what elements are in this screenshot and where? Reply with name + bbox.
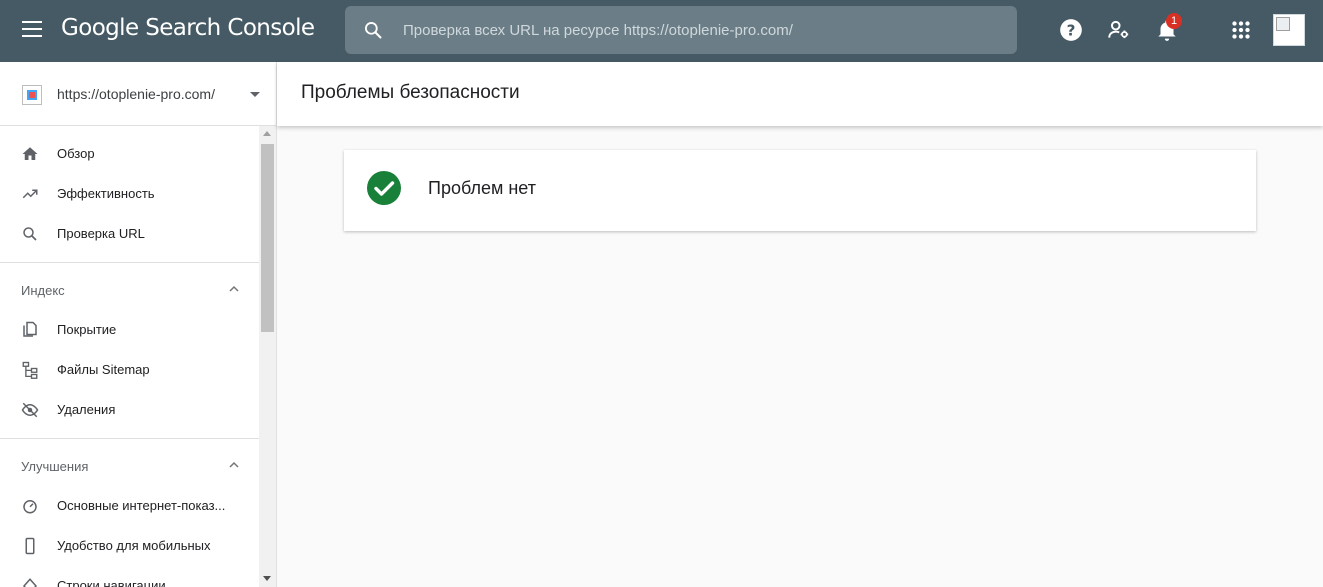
logo-google: Google — [61, 15, 139, 41]
scroll-up-arrow-icon[interactable] — [263, 131, 271, 136]
dropdown-caret-icon — [250, 92, 260, 97]
search-bar[interactable] — [345, 6, 1017, 54]
sidebar-item-breadcrumbs[interactable]: Строки навигации — [0, 566, 259, 587]
sidebar-item-label: Проверка URL — [57, 226, 145, 241]
top-app-bar: Google Search Console ? 1 — [0, 0, 1323, 62]
page-title: Проблемы безопасности — [301, 82, 520, 103]
mobile-phone-icon — [25, 537, 35, 555]
status-card: Проблем нет — [344, 150, 1256, 231]
logo-product: Search Console — [145, 15, 315, 41]
sidebar-item-overview[interactable]: Обзор — [0, 134, 259, 174]
page-header: Проблемы безопасности — [277, 62, 1323, 126]
copy-pages-icon — [23, 321, 37, 337]
sidebar-item-sitemaps[interactable]: Файлы Sitemap — [0, 350, 259, 390]
search-icon — [23, 227, 37, 241]
manage-users-icon[interactable] — [1106, 17, 1132, 43]
chevron-up-icon — [229, 461, 239, 468]
help-icon[interactable]: ? — [1058, 17, 1084, 43]
sidebar-item-label: Строки навигации — [57, 578, 166, 587]
scroll-down-arrow-icon[interactable] — [263, 576, 271, 581]
sidebar-item-label: Эффективность — [57, 186, 155, 201]
apps-grid-icon[interactable] — [1228, 17, 1254, 43]
svg-text:?: ? — [1067, 21, 1076, 39]
menu-icon[interactable] — [22, 21, 42, 39]
chevron-up-icon — [229, 285, 239, 292]
sidebar-item-coverage[interactable]: Покрытие — [0, 310, 259, 350]
section-header-index[interactable]: Индекс — [0, 270, 259, 310]
sidebar-item-core-web-vitals[interactable]: Основные интернет-показ... — [0, 486, 259, 526]
sidebar-item-removals[interactable]: Удаления — [0, 390, 259, 430]
sidebar-scrollbar[interactable] — [259, 126, 276, 587]
sidebar-item-label: Удаления — [57, 402, 116, 417]
notification-count-badge: 1 — [1166, 13, 1182, 29]
check-circle-icon — [367, 171, 401, 205]
sidebar-item-label: Файлы Sitemap — [57, 362, 150, 377]
home-icon — [22, 147, 38, 160]
sidebar-item-label: Покрытие — [57, 322, 117, 337]
property-favicon-icon — [22, 85, 42, 105]
eye-off-icon — [21, 402, 39, 418]
speed-gauge-icon — [23, 500, 37, 514]
trending-up-icon — [22, 189, 38, 199]
section-header-label: Улучшения — [21, 459, 89, 474]
sidebar-item-url-inspection[interactable]: Проверка URL — [0, 214, 259, 254]
search-input[interactable] — [403, 6, 1003, 54]
sidebar-item-label: Удобство для мобильных — [57, 538, 211, 553]
sitemap-icon — [22, 361, 38, 379]
section-divider — [0, 262, 259, 263]
sidebar-item-mobile-usability[interactable]: Удобство для мобильных — [0, 526, 259, 566]
sidebar-item-label: Обзор — [57, 146, 95, 161]
section-divider — [0, 438, 259, 439]
section-header-enhancements[interactable]: Улучшения — [0, 446, 259, 486]
status-message: Проблем нет — [428, 178, 536, 198]
sidebar-item-label: Основные интернет-показ... — [57, 498, 226, 513]
sidebar: https://otoplenie-pro.com/ Обзор Эффекти… — [0, 62, 277, 587]
account-avatar[interactable] — [1273, 14, 1305, 46]
scroll-thumb[interactable] — [261, 144, 274, 332]
breadcrumb-diamond-icon — [22, 578, 38, 587]
property-url: https://otoplenie-pro.com/ — [57, 86, 215, 102]
sidebar-item-performance[interactable]: Эффективность — [0, 174, 259, 214]
property-selector[interactable]: https://otoplenie-pro.com/ — [0, 62, 276, 126]
section-header-label: Индекс — [21, 283, 65, 298]
app-logo[interactable]: Google Search Console — [61, 15, 315, 41]
search-icon — [365, 22, 382, 39]
